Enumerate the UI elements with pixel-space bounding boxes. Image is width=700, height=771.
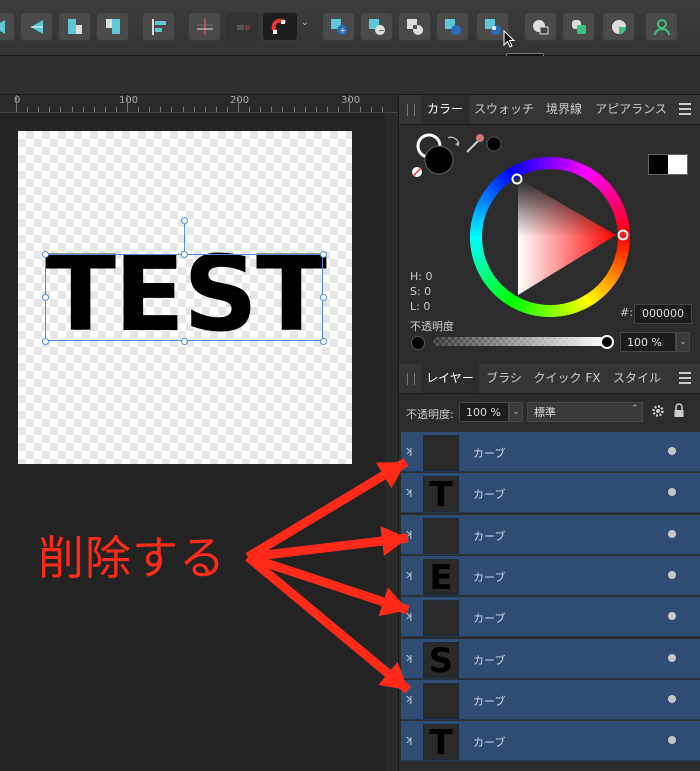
annotation-arrows bbox=[245, 458, 411, 694]
annotation-arrow bbox=[245, 553, 411, 694]
arrow-head-icon bbox=[380, 526, 408, 556]
